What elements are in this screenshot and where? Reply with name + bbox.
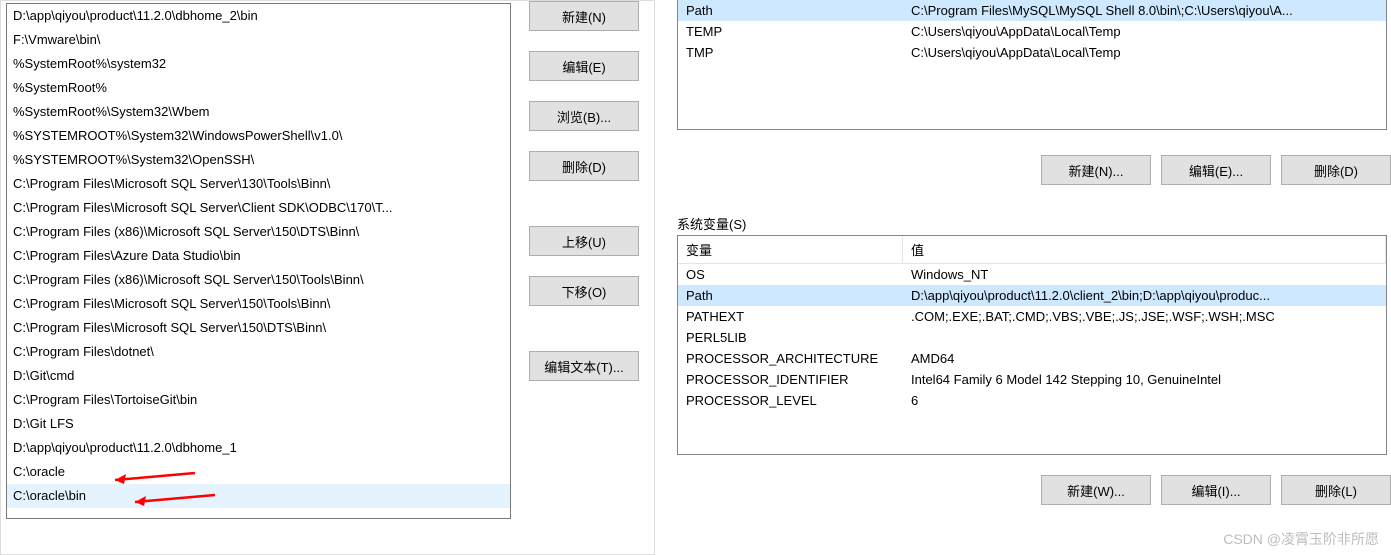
cell-name: PATHEXT [678, 306, 903, 327]
cell-name: Path [678, 285, 903, 306]
path-listbox[interactable]: D:\app\qiyou\product\11.2.0\dbhome_2\bin… [6, 3, 511, 519]
delete-button[interactable]: 删除(D) [529, 151, 639, 181]
path-item[interactable]: C:\Program Files\Microsoft SQL Server\15… [7, 316, 510, 340]
path-item[interactable]: D:\app\qiyou\product\11.2.0\dbhome_1 [7, 436, 510, 460]
table-row[interactable]: OSWindows_NT [678, 264, 1386, 285]
path-item[interactable]: C:\Program Files\TortoiseGit\bin [7, 388, 510, 412]
cell-value: .COM;.EXE;.BAT;.CMD;.VBS;.VBE;.JS;.JSE;.… [903, 306, 1386, 327]
system-edit-button[interactable]: 编辑(I)... [1161, 475, 1271, 505]
path-editor-dialog: D:\app\qiyou\product\11.2.0\dbhome_2\bin… [0, 0, 655, 555]
path-item[interactable]: %SYSTEMROOT%\System32\WindowsPowerShell\… [7, 124, 510, 148]
env-vars-dialog: PathC:\Program Files\MySQL\MySQL Shell 8… [665, 0, 1391, 555]
table-row[interactable]: PATHEXT.COM;.EXE;.BAT;.CMD;.VBS;.VBE;.JS… [678, 306, 1386, 327]
cell-name: Path [678, 0, 903, 21]
table-row[interactable]: PathC:\Program Files\MySQL\MySQL Shell 8… [678, 0, 1386, 21]
table-row[interactable]: PERL5LIB [678, 327, 1386, 348]
user-edit-button[interactable]: 编辑(E)... [1161, 155, 1271, 185]
system-delete-button[interactable]: 删除(L) [1281, 475, 1391, 505]
browse-button[interactable]: 浏览(B)... [529, 101, 639, 131]
table-row[interactable]: TMPC:\Users\qiyou\AppData\Local\Temp [678, 42, 1386, 63]
system-vars-table[interactable]: 变量 值 OSWindows_NTPathD:\app\qiyou\produc… [677, 235, 1387, 455]
cell-name: TEMP [678, 21, 903, 42]
system-table-header: 变量 值 [678, 236, 1386, 264]
path-item[interactable]: F:\Vmware\bin\ [7, 28, 510, 52]
path-item[interactable]: %SystemRoot%\System32\Wbem [7, 100, 510, 124]
path-item[interactable]: D:\Git LFS [7, 412, 510, 436]
cell-value: D:\app\qiyou\product\11.2.0\client_2\bin… [903, 285, 1386, 306]
cell-name: PROCESSOR_ARCHITECTURE [678, 348, 903, 369]
cell-name: PROCESSOR_IDENTIFIER [678, 369, 903, 390]
path-item[interactable]: C:\Program Files\Microsoft SQL Server\13… [7, 172, 510, 196]
path-item[interactable]: C:\Program Files\Microsoft SQL Server\Cl… [7, 196, 510, 220]
path-item[interactable]: %SystemRoot%\system32 [7, 52, 510, 76]
path-item[interactable]: C:\Program Files (x86)\Microsoft SQL Ser… [7, 268, 510, 292]
table-row[interactable]: PROCESSOR_ARCHITECTUREAMD64 [678, 348, 1386, 369]
user-new-button[interactable]: 新建(N)... [1041, 155, 1151, 185]
header-value[interactable]: 值 [903, 236, 1386, 263]
cell-value: Intel64 Family 6 Model 142 Stepping 10, … [903, 369, 1386, 390]
path-item[interactable]: D:\Git\cmd [7, 364, 510, 388]
cell-value: Windows_NT [903, 264, 1386, 285]
header-name[interactable]: 变量 [678, 236, 903, 263]
path-item[interactable]: C:\oracle [7, 460, 510, 484]
edit-text-button[interactable]: 编辑文本(T)... [529, 351, 639, 381]
cell-value: 6 [903, 390, 1386, 411]
cell-value: C:\Users\qiyou\AppData\Local\Temp [903, 42, 1386, 63]
cell-name: OS [678, 264, 903, 285]
move-down-button[interactable]: 下移(O) [529, 276, 639, 306]
new-button[interactable]: 新建(N) [529, 1, 639, 31]
system-vars-buttons: 新建(W)... 编辑(I)... 删除(L) [1041, 475, 1391, 505]
cell-name: PROCESSOR_LEVEL [678, 390, 903, 411]
move-up-button[interactable]: 上移(U) [529, 226, 639, 256]
cell-value: C:\Program Files\MySQL\MySQL Shell 8.0\b… [903, 0, 1386, 21]
system-vars-label: 系统变量(S) [677, 214, 746, 233]
path-item[interactable]: %SystemRoot% [7, 76, 510, 100]
path-item[interactable]: C:\Program Files\Microsoft SQL Server\15… [7, 292, 510, 316]
cell-value: AMD64 [903, 348, 1386, 369]
edit-button[interactable]: 编辑(E) [529, 51, 639, 81]
path-item[interactable]: C:\Program Files\dotnet\ [7, 340, 510, 364]
path-item[interactable]: C:\Program Files\Azure Data Studio\bin [7, 244, 510, 268]
path-item[interactable]: C:\oracle\bin [7, 484, 510, 508]
path-editor-buttons: 新建(N) 编辑(E) 浏览(B)... 删除(D) 上移(U) 下移(O) 编… [529, 1, 649, 401]
system-new-button[interactable]: 新建(W)... [1041, 475, 1151, 505]
table-row[interactable]: TEMPC:\Users\qiyou\AppData\Local\Temp [678, 21, 1386, 42]
user-delete-button[interactable]: 删除(D) [1281, 155, 1391, 185]
path-item[interactable]: D:\app\qiyou\product\11.2.0\dbhome_2\bin [7, 4, 510, 28]
user-vars-table[interactable]: PathC:\Program Files\MySQL\MySQL Shell 8… [677, 0, 1387, 130]
cell-name: PERL5LIB [678, 327, 903, 348]
path-item[interactable]: C:\Program Files (x86)\Microsoft SQL Ser… [7, 220, 510, 244]
path-item[interactable]: %SYSTEMROOT%\System32\OpenSSH\ [7, 148, 510, 172]
table-row[interactable]: PROCESSOR_IDENTIFIERIntel64 Family 6 Mod… [678, 369, 1386, 390]
cell-value [903, 327, 1386, 348]
table-row[interactable]: PROCESSOR_LEVEL6 [678, 390, 1386, 411]
user-vars-buttons: 新建(N)... 编辑(E)... 删除(D) [1041, 155, 1391, 185]
table-row[interactable]: PathD:\app\qiyou\product\11.2.0\client_2… [678, 285, 1386, 306]
cell-value: C:\Users\qiyou\AppData\Local\Temp [903, 21, 1386, 42]
cell-name: TMP [678, 42, 903, 63]
